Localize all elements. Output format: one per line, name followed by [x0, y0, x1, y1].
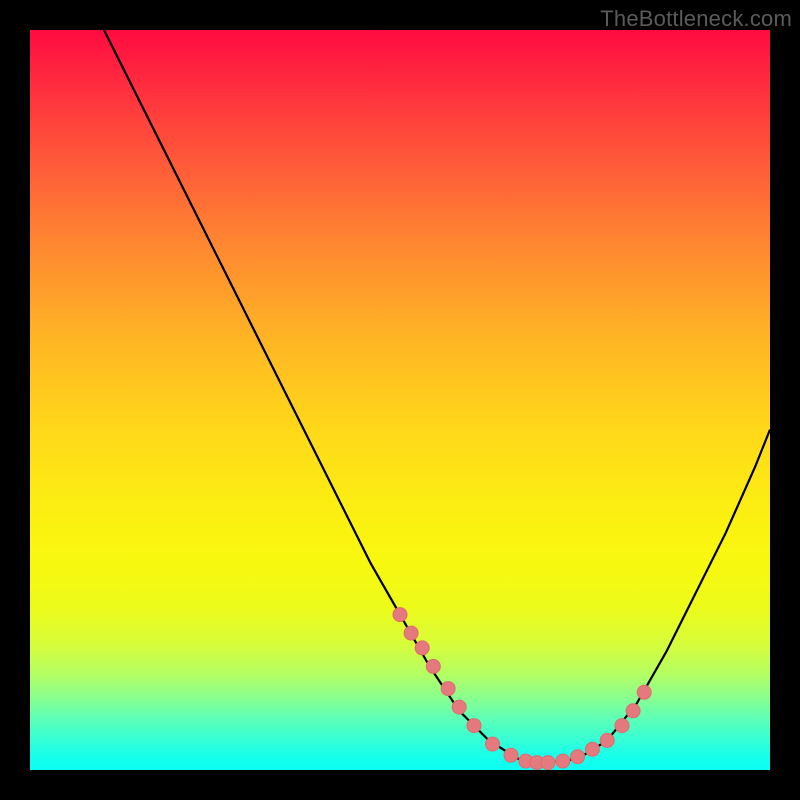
marker-point: [556, 754, 570, 768]
marker-point: [637, 685, 651, 699]
marker-point: [467, 719, 481, 733]
marker-point: [393, 608, 407, 622]
plot-area: [30, 30, 770, 770]
marker-point: [615, 719, 629, 733]
marker-point: [452, 700, 466, 714]
marker-point: [541, 756, 555, 770]
highlight-markers: [393, 608, 651, 770]
marker-point: [504, 748, 518, 762]
curve-layer: [30, 30, 770, 770]
chart-frame: TheBottleneck.com: [0, 0, 800, 800]
marker-point: [404, 626, 418, 640]
marker-point: [585, 742, 599, 756]
marker-point: [486, 737, 500, 751]
bottleneck-curve: [104, 30, 770, 763]
marker-point: [426, 659, 440, 673]
watermark-text: TheBottleneck.com: [600, 6, 792, 32]
marker-point: [626, 704, 640, 718]
marker-point: [571, 750, 585, 764]
marker-point: [441, 682, 455, 696]
marker-point: [600, 733, 614, 747]
marker-point: [415, 641, 429, 655]
